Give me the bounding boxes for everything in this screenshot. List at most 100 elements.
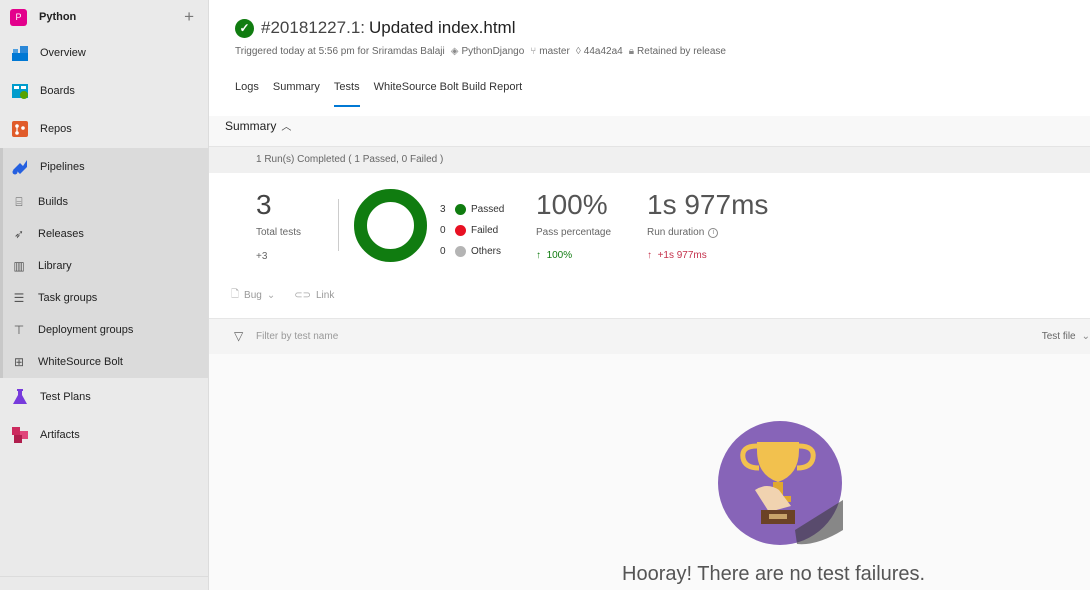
chevron-down-icon: ⌄ — [1081, 331, 1090, 342]
sub-releases[interactable]: ➶ Releases — [3, 218, 208, 250]
legend-passed[interactable]: 3 Passed — [440, 199, 504, 220]
legend-others[interactable]: 0 Others — [440, 241, 504, 262]
repo-icon: ◈ — [450, 46, 459, 57]
run-duration-value: 1s 977ms — [647, 189, 769, 220]
failed-count: 0 — [440, 225, 446, 236]
build-title: Updated index.html — [369, 18, 516, 37]
bug-label: Bug — [244, 290, 262, 301]
pass-percentage-delta-value: 100% — [546, 250, 573, 261]
nav-overview[interactable]: Overview — [0, 34, 208, 72]
sub-library[interactable]: ▥ Library — [3, 250, 208, 282]
total-tests-label: Total tests — [256, 227, 302, 238]
donut-passed-arc — [354, 189, 427, 262]
pipelines-group: Pipelines ⌸ Builds ➶ Releases ▥ Library … — [0, 148, 208, 378]
branch-link[interactable]: master — [539, 46, 570, 57]
nav-overview-label: Overview — [40, 47, 86, 59]
sub-whitesource-bolt[interactable]: ⊞ WhiteSource Bolt — [3, 346, 208, 378]
sub-releases-label: Releases — [38, 228, 84, 240]
group-by-dropdown[interactable]: Test file ⌄ — [1042, 331, 1090, 342]
project-name: Python — [39, 11, 77, 23]
repo-link[interactable]: PythonDjango — [461, 46, 524, 57]
build-meta: Triggered today at 5:56 pm for Sriramdas… — [235, 46, 726, 57]
nav-pipelines[interactable]: Pipelines — [3, 148, 208, 186]
passed-label: Passed — [471, 204, 505, 215]
deployment-groups-icon: ⊤ — [13, 323, 25, 337]
nav-test-plans[interactable]: Test Plans — [0, 378, 208, 416]
repos-icon — [12, 121, 28, 137]
chevron-up-icon: ︿ — [281, 122, 292, 133]
summary-toggle[interactable]: Summary ︿ — [225, 118, 292, 134]
pipelines-icon — [12, 160, 27, 175]
pass-percentage-label: Pass percentage — [536, 227, 612, 238]
test-plans-icon — [13, 389, 27, 404]
task-groups-icon: ☰ — [13, 291, 25, 305]
run-duration-label: Run duration — [647, 227, 705, 238]
nav-artifacts[interactable]: Artifacts — [0, 416, 208, 454]
branch-icon: ⑂ — [530, 46, 537, 57]
passed-count: 3 — [440, 204, 446, 215]
filter-bar: ▽ Filter by test name Test file ⌄ — [209, 318, 1090, 354]
outcome-donut-chart — [354, 189, 427, 262]
grid-icon: ⊞ — [13, 355, 25, 369]
commit-icon: ◊ — [575, 46, 581, 57]
sub-builds-label: Builds — [38, 196, 68, 208]
triggered-text: Triggered today at 5:56 pm for Sriramdas… — [235, 46, 445, 57]
tab-summary[interactable]: Summary — [273, 81, 320, 107]
boards-icon — [12, 84, 28, 99]
nav-repos-label: Repos — [40, 123, 72, 135]
sub-library-label: Library — [38, 260, 72, 272]
nav-boards[interactable]: Boards — [0, 72, 208, 110]
pass-percentage-delta: ↑ 100% — [536, 250, 572, 261]
document-icon: 🗋︎ — [231, 289, 240, 300]
bug-button[interactable]: 🗋︎ Bug ⌄ — [231, 287, 280, 304]
main-content: ✓ #20181227.1: Updated index.html Trigge… — [209, 0, 1090, 590]
empty-state-message: Hooray! There are no test failures. — [622, 563, 926, 585]
sub-builds[interactable]: ⌸ Builds — [3, 186, 208, 218]
library-icon: ▥ — [13, 259, 25, 273]
legend-failed[interactable]: 0 Failed — [440, 220, 504, 241]
sidebar-footer — [0, 576, 208, 590]
others-count: 0 — [440, 246, 446, 257]
summary-header: Summary — [225, 118, 277, 133]
chevron-down-icon: ⌄ — [266, 290, 276, 301]
sidebar: P Python + Overview Boards Repos Pipelin… — [0, 0, 209, 590]
empty-state: Hooray! There are no test failures. — [209, 354, 1090, 590]
run-duration-delta-value: +1s 977ms — [657, 250, 707, 261]
filter-input[interactable]: Filter by test name — [256, 331, 338, 342]
sub-deployment-groups[interactable]: ⊤ Deployment groups — [3, 314, 208, 346]
nav-test-plans-label: Test Plans — [40, 391, 91, 403]
passed-dot-icon — [455, 204, 466, 215]
sub-task-groups[interactable]: ☰ Task groups — [3, 282, 208, 314]
commit-link[interactable]: 44a42a4 — [584, 46, 623, 57]
outcome-legend: 3 Passed 0 Failed 0 Others — [440, 199, 504, 262]
test-stats-panel: 3 Total tests +3 3 Passed 0 Failed 0 Oth… — [209, 173, 1090, 318]
sub-task-groups-label: Task groups — [38, 292, 98, 304]
overview-icon — [12, 46, 28, 61]
nav-repos[interactable]: Repos — [0, 110, 208, 148]
nav-pipelines-label: Pipelines — [40, 161, 85, 173]
others-dot-icon — [455, 246, 466, 257]
artifacts-icon — [12, 427, 28, 443]
tab-tests[interactable]: Tests — [333, 81, 360, 107]
link-button[interactable]: ⊂⊃ Link — [294, 290, 334, 301]
build-id: #20181227.1: — [261, 18, 365, 37]
tab-logs[interactable]: Logs — [235, 81, 259, 107]
run-status-bar: 1 Run(s) Completed ( 1 Passed, 0 Failed … — [209, 146, 1090, 173]
plus-icon[interactable]: + — [184, 7, 194, 27]
arrow-up-icon: ↑ — [647, 250, 652, 261]
failed-label: Failed — [471, 225, 499, 236]
trophy-illustration — [718, 421, 843, 545]
sub-deployment-groups-label: Deployment groups — [38, 324, 134, 336]
run-duration-delta: ↑ +1s 977ms — [647, 250, 707, 261]
info-icon[interactable]: i — [708, 227, 719, 238]
build-title-row: ✓ #20181227.1: Updated index.html — [235, 18, 515, 38]
link-label: Link — [316, 290, 335, 301]
divider — [338, 199, 339, 251]
project-header[interactable]: P Python + — [0, 0, 208, 34]
tab-bar: Logs Summary Tests WhiteSource Bolt Buil… — [235, 81, 536, 107]
tab-whitesource[interactable]: WhiteSource Bolt Build Report — [374, 81, 523, 107]
lock-icon: 🔒︎ — [628, 46, 635, 57]
total-tests-value: 3 — [256, 189, 272, 220]
run-status: 1 Run(s) Completed ( 1 Passed, 0 Failed … — [256, 154, 444, 165]
others-label: Others — [471, 246, 502, 257]
